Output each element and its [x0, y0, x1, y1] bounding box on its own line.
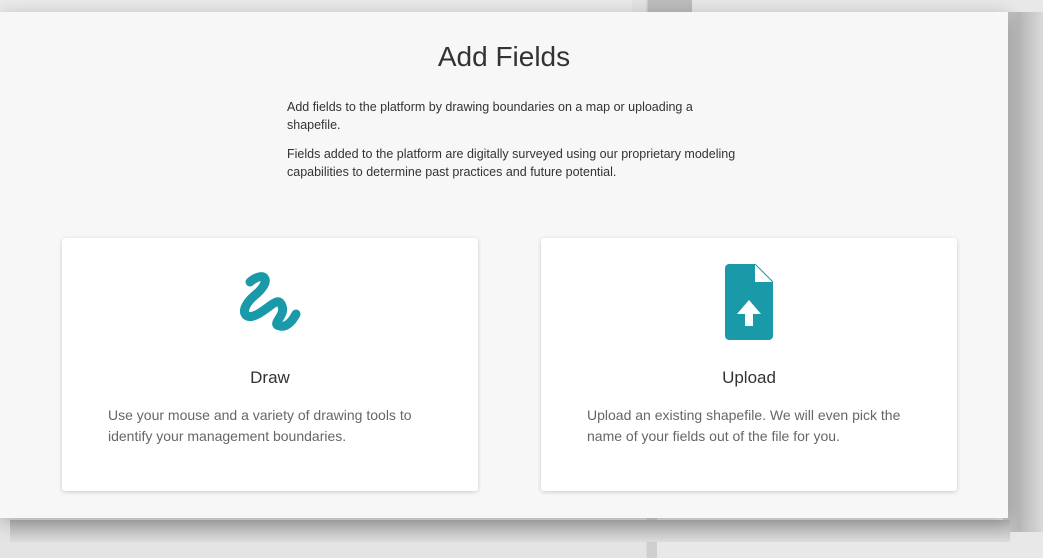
- draw-option-card[interactable]: Draw Use your mouse and a variety of dra…: [62, 238, 478, 491]
- background-bottom-edge: [10, 520, 1010, 542]
- intro-paragraph-2: Fields added to the platform are digital…: [287, 147, 736, 179]
- background-right-edge: [1003, 12, 1043, 532]
- modal-title: Add Fields: [437, 41, 571, 72]
- file-upload-icon: [709, 262, 789, 342]
- squiggle-draw-icon: [230, 262, 310, 342]
- draw-option-title: Draw: [250, 368, 290, 387]
- upload-option-title: Upload: [722, 368, 776, 387]
- draw-option-description: Use your mouse and a variety of drawing …: [108, 407, 412, 444]
- intro-paragraph-1: Add fields to the platform by drawing bo…: [287, 100, 693, 132]
- add-fields-modal: Add Fields Add fields to the platform by…: [0, 12, 1008, 518]
- upload-option-card[interactable]: Upload Upload an existing shapefile. We …: [541, 238, 957, 491]
- upload-option-description: Upload an existing shapefile. We will ev…: [587, 407, 901, 444]
- modal-intro: Add fields to the platform by drawing bo…: [287, 98, 737, 192]
